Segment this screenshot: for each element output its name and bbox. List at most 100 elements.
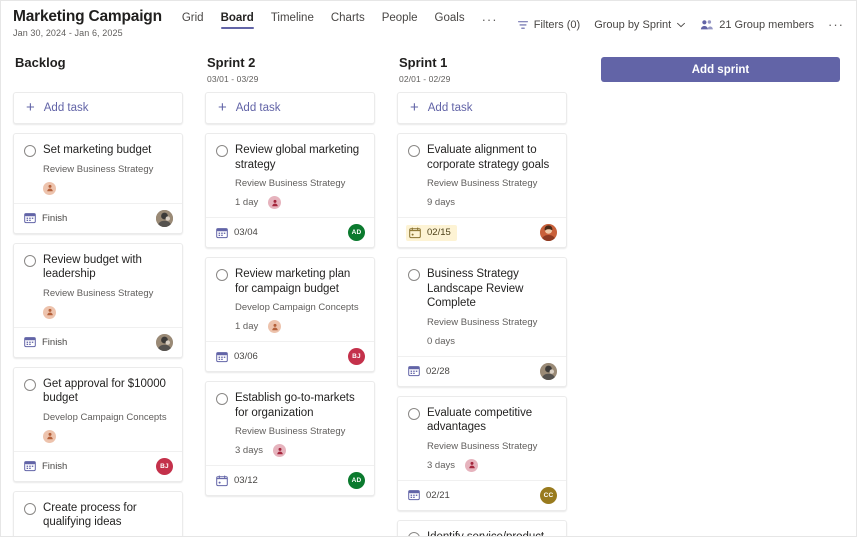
task-date-group: 02/21 xyxy=(408,489,450,501)
board-app: Marketing Campaign Jan 30, 2024 - Jan 6,… xyxy=(0,0,857,537)
task-header-row: Evaluate alignment to corporate strategy… xyxy=(408,143,556,172)
calendar-icon xyxy=(216,351,228,363)
task-title: Set marketing budget xyxy=(43,143,151,158)
task-meta xyxy=(43,181,172,196)
task-complete-checkbox[interactable] xyxy=(24,503,36,515)
avatar[interactable] xyxy=(540,224,557,241)
tab-goals[interactable]: Goals xyxy=(435,12,465,29)
task-date-group: 02/15 xyxy=(406,225,457,241)
add-sprint-button[interactable]: Add sprint xyxy=(601,57,840,82)
avatar[interactable]: AD xyxy=(348,224,365,241)
task-card-body: Review global marketing strategy Review … xyxy=(206,134,374,217)
task-complete-checkbox[interactable] xyxy=(408,145,420,157)
column-header: Sprint 1 02/01 - 02/29 xyxy=(397,49,567,92)
tab-charts[interactable]: Charts xyxy=(331,12,365,29)
task-card[interactable]: Establish go-to-markets for organization… xyxy=(205,381,375,496)
task-complete-checkbox[interactable] xyxy=(408,532,420,537)
task-card[interactable]: Evaluate competitive advantages Review B… xyxy=(397,396,567,511)
task-meta: 1 day xyxy=(235,319,364,334)
add-task-button[interactable]: + Add task xyxy=(398,93,566,123)
avatar[interactable]: AD xyxy=(348,472,365,489)
task-bucket: Review Business Strategy xyxy=(427,317,556,329)
task-card[interactable]: Review global marketing strategy Review … xyxy=(205,133,375,248)
task-card-body: Review budget with leadership Review Bus… xyxy=(14,244,182,327)
task-date-group: Finish xyxy=(24,212,67,224)
add-task-card[interactable]: + Add task xyxy=(397,92,567,124)
calendar-icon xyxy=(216,227,228,239)
priority-urgent-icon xyxy=(43,182,56,195)
avatar[interactable] xyxy=(156,334,173,351)
tab-board[interactable]: Board xyxy=(221,12,254,29)
task-card[interactable]: Set marketing budget Review Business Str… xyxy=(13,133,183,234)
task-card[interactable]: Create process for qualifying ideas Deve… xyxy=(13,491,183,537)
task-meta: 3 days xyxy=(427,458,556,473)
task-duration: 0 days xyxy=(427,336,455,347)
board-columns: Backlog + Add task Set marketing budget … xyxy=(1,43,856,536)
task-card-body: Set marketing budget Review Business Str… xyxy=(14,134,182,203)
column-title: Sprint 1 xyxy=(399,55,565,71)
task-header-row: Review global marketing strategy xyxy=(216,143,364,172)
task-date-label: Finish xyxy=(42,337,67,348)
tabs-overflow-icon[interactable]: ··· xyxy=(482,12,498,32)
avatar[interactable]: BJ xyxy=(348,348,365,365)
header-overflow-icon[interactable]: ··· xyxy=(828,17,844,32)
task-card[interactable]: Evaluate alignment to corporate strategy… xyxy=(397,133,567,248)
task-complete-checkbox[interactable] xyxy=(408,269,420,281)
avatar[interactable] xyxy=(540,363,557,380)
add-task-button[interactable]: + Add task xyxy=(14,93,182,123)
chevron-down-icon xyxy=(676,20,686,30)
add-task-button[interactable]: + Add task xyxy=(206,93,374,123)
task-card[interactable]: Review budget with leadership Review Bus… xyxy=(13,243,183,358)
task-date-group: Finish xyxy=(24,460,67,472)
task-complete-checkbox[interactable] xyxy=(24,145,36,157)
task-meta: 0 days xyxy=(427,334,556,349)
task-date-label: 02/21 xyxy=(426,490,450,501)
calendar-icon xyxy=(24,460,36,472)
app-header: Marketing Campaign Jan 30, 2024 - Jan 6,… xyxy=(1,1,856,43)
task-date-label: 03/04 xyxy=(234,227,258,238)
task-complete-checkbox[interactable] xyxy=(24,255,36,267)
header-toolbar: Filters (0) Group by Sprint xyxy=(517,17,844,32)
task-date-group: 03/04 xyxy=(216,227,258,239)
task-complete-checkbox[interactable] xyxy=(216,393,228,405)
task-card[interactable]: Review marketing plan for campaign budge… xyxy=(205,257,375,372)
task-bucket: Review Business Strategy xyxy=(235,426,364,438)
avatar[interactable] xyxy=(156,210,173,227)
priority-important-icon xyxy=(273,444,286,457)
tab-timeline[interactable]: Timeline xyxy=(271,12,314,29)
group-members-button[interactable]: 21 Group members xyxy=(700,19,814,31)
task-card[interactable]: Get approval for $10000 budget Develop C… xyxy=(13,367,183,482)
task-duration: 3 days xyxy=(427,460,455,471)
task-card[interactable]: Business Strategy Landscape Review Compl… xyxy=(397,257,567,387)
board-column-sprint-2: Sprint 2 03/01 - 03/29 + Add task Review… xyxy=(193,49,385,536)
filters-button[interactable]: Filters (0) xyxy=(517,19,580,31)
task-date-group: 02/28 xyxy=(408,365,450,377)
filters-label: Filters (0) xyxy=(534,19,580,31)
priority-important-icon xyxy=(268,196,281,209)
task-card-body: Identify service/product gaps and opport… xyxy=(398,521,566,537)
avatar[interactable]: CC xyxy=(540,487,557,504)
task-card[interactable]: Identify service/product gaps and opport… xyxy=(397,520,567,537)
tab-grid[interactable]: Grid xyxy=(182,12,204,29)
task-date-label: 03/06 xyxy=(234,351,258,362)
task-meta xyxy=(43,305,172,320)
group-by-button[interactable]: Group by Sprint xyxy=(594,19,686,31)
task-complete-checkbox[interactable] xyxy=(216,145,228,157)
task-bucket: Review Business Strategy xyxy=(427,441,556,453)
task-card-body: Create process for qualifying ideas Deve… xyxy=(14,492,182,537)
view-tabs: Grid Board Timeline Charts People Goals … xyxy=(182,12,498,32)
task-header-row: Create process for qualifying ideas xyxy=(24,501,172,530)
add-task-card[interactable]: + Add task xyxy=(205,92,375,124)
task-date-label: Finish xyxy=(42,213,67,224)
add-task-card[interactable]: + Add task xyxy=(13,92,183,124)
task-complete-checkbox[interactable] xyxy=(408,408,420,420)
task-title: Establish go-to-markets for organization xyxy=(235,391,364,420)
task-header-row: Get approval for $10000 budget xyxy=(24,377,172,406)
task-complete-checkbox[interactable] xyxy=(216,269,228,281)
task-date-group: 03/06 xyxy=(216,351,258,363)
tab-people[interactable]: People xyxy=(382,12,418,29)
avatar[interactable]: BJ xyxy=(156,458,173,475)
task-complete-checkbox[interactable] xyxy=(24,379,36,391)
task-title: Business Strategy Landscape Review Compl… xyxy=(427,267,556,311)
task-meta: 1 day xyxy=(235,195,364,210)
